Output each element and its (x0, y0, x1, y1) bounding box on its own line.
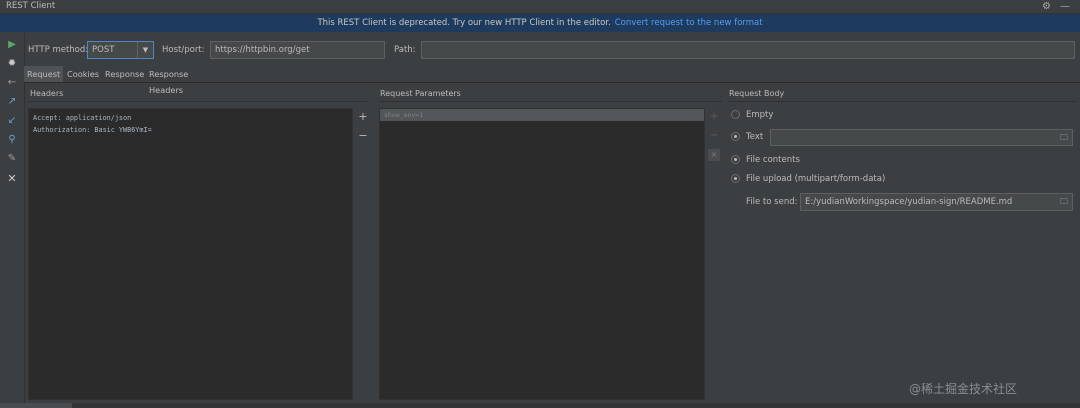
watermark: @稀土掘金技术社区 (909, 382, 1018, 396)
body-divider (729, 101, 1077, 102)
add-param-button[interactable]: + (708, 111, 720, 123)
back-icon[interactable]: ← (4, 75, 20, 91)
headers-editor[interactable]: Accept: application/json Authorization: … (28, 108, 353, 400)
title-bar: REST Client ⚙ — (0, 0, 1080, 14)
bottom-scrollbar[interactable] (0, 403, 1080, 408)
body-title: Request Body (729, 89, 785, 98)
deprecation-banner: This REST Client is deprecated. Try our … (0, 14, 1080, 32)
method-label: HTTP method: (28, 45, 89, 55)
radio-file-contents[interactable] (731, 155, 740, 164)
gear-icon[interactable]: ⚙ (1042, 0, 1051, 13)
run-icon[interactable]: ▶ (4, 37, 20, 53)
tab-cookies[interactable]: Cookies (64, 66, 102, 82)
file-to-send-label: File to send: (746, 197, 798, 207)
banner-text: This REST Client is deprecated. Try our … (317, 18, 611, 28)
import-icon[interactable]: ↙ (4, 113, 20, 129)
window-title: REST Client (6, 1, 56, 11)
tab-response-headers[interactable]: Response Headers (146, 66, 191, 95)
file-to-send-input[interactable]: E:/yudianWorkingspace/yudian-sign/README… (800, 193, 1073, 211)
folder-icon[interactable]: 🗀 (1058, 132, 1070, 143)
header-line: Accept: application/json (33, 114, 132, 122)
headers-divider (28, 101, 369, 102)
convert-request-link[interactable]: Convert request to the new format (615, 18, 763, 28)
method-dropdown[interactable]: POST ▼ (87, 41, 154, 59)
path-input[interactable] (421, 41, 1075, 59)
params-table[interactable]: show_env=1 (379, 108, 705, 400)
folder-icon[interactable]: 🗀 (1058, 196, 1070, 207)
radio-file-upload[interactable] (731, 174, 740, 183)
method-value: POST (92, 45, 115, 55)
path-label: Path: (394, 45, 416, 55)
radio-label: File contents (746, 155, 800, 165)
param-row[interactable]: show_env=1 (380, 109, 704, 121)
generate-icon[interactable]: ⚲ (4, 132, 20, 148)
tab-response[interactable]: Response (102, 66, 147, 82)
scrollbar-thumb[interactable] (0, 403, 72, 408)
tab-divider (24, 82, 1080, 83)
radio-text[interactable] (731, 132, 740, 141)
file-to-send-value: E:/yudianWorkingspace/yudian-sign/README… (805, 197, 1013, 207)
settings-wrench-icon[interactable]: ✎ (4, 151, 20, 167)
tab-request[interactable]: Request (24, 66, 64, 82)
radio-empty[interactable] (731, 110, 740, 119)
radio-label: File upload (multipart/form-data) (746, 174, 886, 184)
params-divider (379, 101, 722, 102)
headers-title: Headers (30, 89, 64, 98)
minimize-icon[interactable]: — (1060, 0, 1070, 13)
radio-label: Empty (746, 110, 774, 120)
host-label: Host/port: (162, 45, 205, 55)
chevron-down-icon[interactable]: ▼ (137, 42, 153, 58)
export-icon[interactable]: ↗ (4, 94, 20, 110)
body-text-input[interactable]: 🗀 (770, 129, 1073, 146)
header-line: Authorization: Basic YWB6YmI= (33, 126, 152, 134)
close-icon[interactable]: ✕ (4, 171, 20, 187)
remove-header-button[interactable]: − (357, 130, 369, 142)
left-toolbar: ▶ ✹ ← ↗ ↙ ⚲ ✎ ✕ (0, 33, 25, 408)
add-header-button[interactable]: + (357, 111, 369, 123)
radio-label: Text (746, 132, 764, 142)
host-input[interactable]: https://httpbin.org/get (210, 41, 385, 59)
debug-icon[interactable]: ✹ (4, 56, 20, 72)
params-title: Request Parameters (380, 89, 461, 98)
delete-param-button[interactable]: × (708, 149, 720, 161)
remove-param-button[interactable]: − (708, 130, 720, 142)
